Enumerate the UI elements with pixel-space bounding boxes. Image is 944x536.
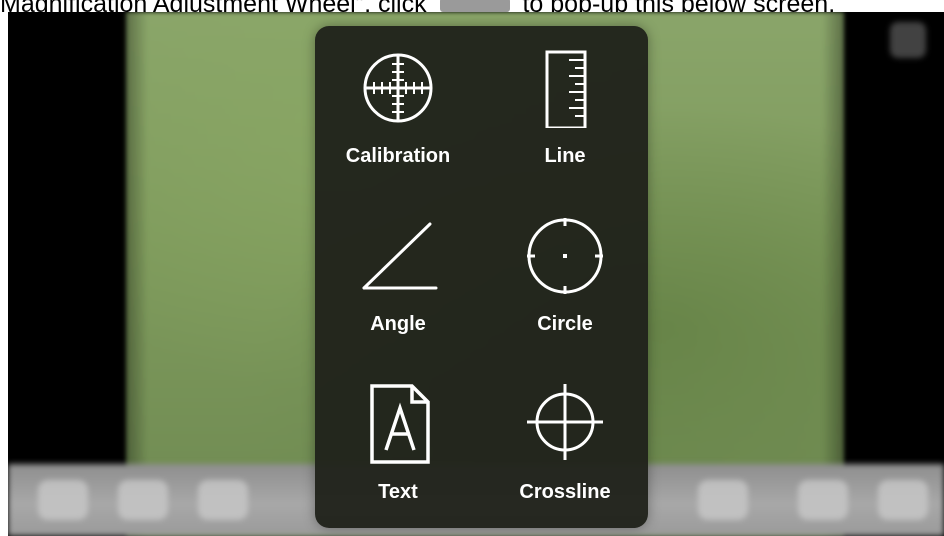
menu-item-circle[interactable]: Circle <box>482 194 648 360</box>
menu-item-angle[interactable]: Angle <box>315 194 481 360</box>
app-screenshot: Calibration Line Angle Circle Text Cross… <box>8 12 944 536</box>
toolbar-button[interactable] <box>798 480 848 520</box>
menu-item-line[interactable]: Line <box>482 26 648 192</box>
angle-icon <box>358 212 438 296</box>
menu-label-angle: Angle <box>370 313 426 335</box>
toolbar-button[interactable] <box>698 480 748 520</box>
menu-label-circle: Circle <box>537 313 593 335</box>
settings-button[interactable] <box>890 22 926 58</box>
calibration-icon <box>358 44 438 128</box>
toolbar-button[interactable] <box>38 480 88 520</box>
circle-icon <box>525 212 605 296</box>
menu-item-crossline[interactable]: Crossline <box>482 362 648 528</box>
toolbar-button[interactable] <box>118 480 168 520</box>
measurement-tools-menu: Calibration Line Angle Circle Text Cross… <box>315 26 648 528</box>
menu-label-text: Text <box>378 481 418 503</box>
menu-label-calibration: Calibration <box>345 145 451 167</box>
menu-label-line: Line <box>544 145 586 167</box>
text-document-icon <box>358 380 438 464</box>
toolbar-button[interactable] <box>878 480 928 520</box>
menu-button-image <box>439 0 510 13</box>
toolbar-button[interactable] <box>198 480 248 520</box>
menu-item-text[interactable]: Text <box>315 362 481 528</box>
crosshair-icon <box>525 380 605 464</box>
page: Magnification Adjustment Wheel”, click t… <box>0 0 944 536</box>
menu-item-calibration[interactable]: Calibration <box>315 26 481 192</box>
ruler-icon <box>525 44 605 128</box>
menu-label-crossline: Crossline <box>519 481 611 503</box>
